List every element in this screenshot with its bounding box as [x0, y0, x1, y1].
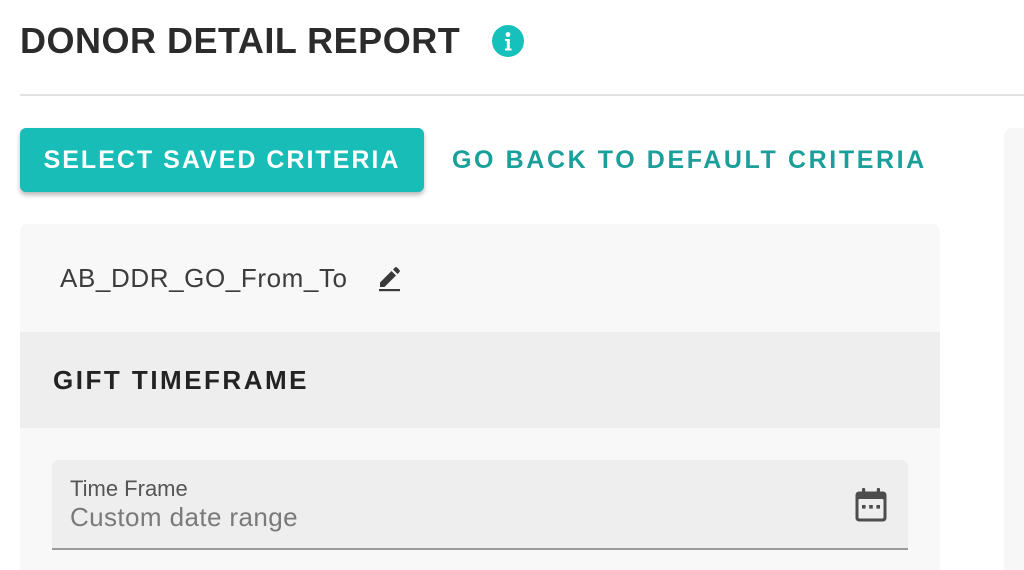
header-divider [20, 94, 1024, 96]
criteria-name: AB_DDR_GO_From_To [60, 262, 348, 293]
gift-timeframe-section-header[interactable]: GIFT TIMEFRAME [20, 332, 940, 428]
side-panel [1004, 128, 1024, 570]
pencil-glyph [378, 267, 400, 292]
section-title: GIFT TIMEFRAME [53, 364, 309, 395]
info-glyph [505, 32, 512, 51]
calendar-icon[interactable] [852, 486, 890, 524]
go-back-to-default-criteria-link[interactable]: GO BACK TO DEFAULT CRITERIA [452, 128, 927, 192]
donor-detail-report-page: DONOR DETAIL REPORT SELECT SAVED CRITERI… [0, 0, 1024, 570]
criteria-card: AB_DDR_GO_From_To GIFT TIMEFRAME Time Fr… [20, 224, 940, 570]
pencil-icon[interactable] [374, 263, 404, 293]
calendar-glyph [855, 488, 887, 522]
criteria-name-row: AB_DDR_GO_From_To [60, 254, 404, 302]
page-title: DONOR DETAIL REPORT [20, 20, 461, 61]
page-header: DONOR DETAIL REPORT [20, 14, 525, 68]
time-frame-value: Custom date range [70, 502, 298, 532]
time-frame-field[interactable]: Time Frame Custom date range [52, 460, 908, 550]
select-saved-criteria-button[interactable]: SELECT SAVED CRITERIA [20, 128, 424, 192]
time-frame-label: Time Frame [70, 476, 188, 501]
info-icon[interactable] [492, 25, 525, 57]
